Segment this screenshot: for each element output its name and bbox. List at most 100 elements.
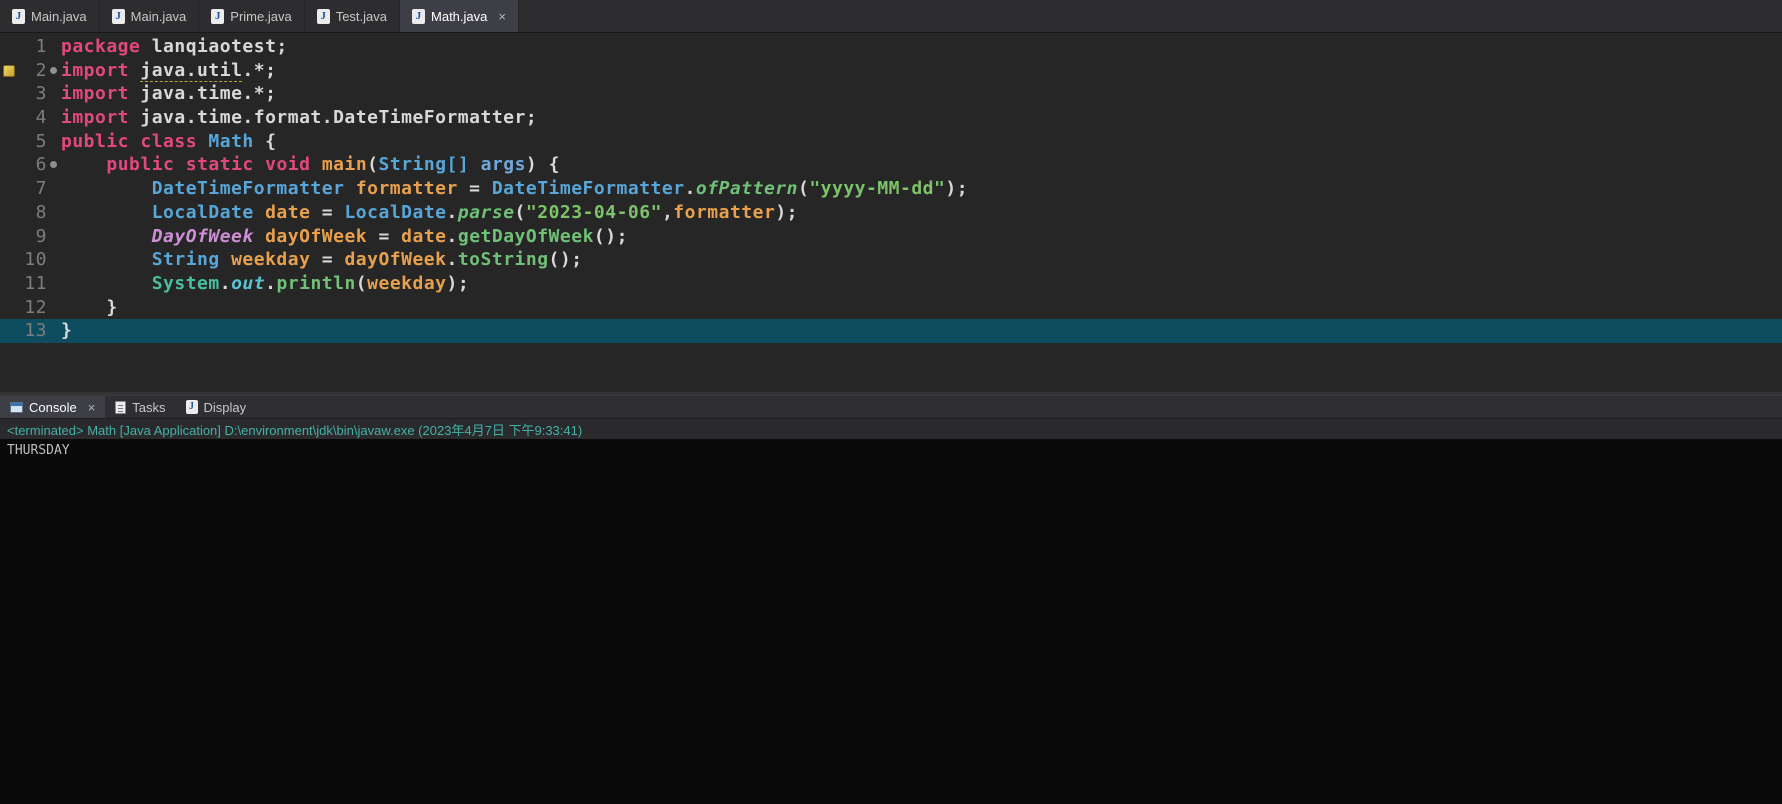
token-pl: . [685,178,696,199]
annotation-ruler-cell[interactable] [0,153,17,177]
java-file-icon: J [412,9,425,24]
token-pl: . [265,273,276,294]
token-pl: . [447,202,458,223]
line-number: 4 [17,106,47,130]
code-text[interactable]: LocalDate date = LocalDate.parse("2023-0… [61,201,1782,225]
code-line-9[interactable]: 9 DayOfWeek dayOfWeek = date.getDayOfWee… [0,225,1782,249]
token-pl: java.time.format.DateTimeFormatter; [129,107,537,128]
token-pl: ( [515,202,526,223]
editor-tab-main-java-0[interactable]: JMain.java [0,0,100,32]
token-pl: . [447,249,458,270]
token-mth: println [276,273,355,294]
token-pl: ); [945,178,968,199]
fold-margin [47,225,61,249]
editor-tab-test-java-3[interactable]: JTest.java [305,0,400,32]
code-text[interactable]: } [61,319,1782,343]
token-pl: .*; [242,60,276,81]
console-status-line: <terminated> Math [Java Application] D:\… [0,418,1782,439]
editor-tab-prime-java-2[interactable]: JPrime.java [199,0,304,32]
code-text[interactable]: DateTimeFormatter formatter = DateTimeFo… [61,177,1782,201]
annotation-ruler-cell[interactable] [0,82,17,106]
token-kw: public [61,131,129,152]
terminated-status-text: <terminated> Math [Java Application] D:\… [7,420,582,439]
token-var: date [401,226,446,247]
code-line-3[interactable]: 3 import java.time.*; [0,82,1782,106]
code-line-10[interactable]: 10 String weekday = dayOfWeek.toString()… [0,248,1782,272]
annotation-ruler-cell[interactable] [0,106,17,130]
java-file-icon: J [317,9,330,24]
editor-tab-bar: JMain.javaJMain.javaJPrime.javaJTest.jav… [0,0,1782,33]
editor-tab-main-java-1[interactable]: JMain.java [100,0,200,32]
token-warn: java.util [140,60,242,82]
console-tab-console[interactable]: Console× [0,396,105,418]
token-par: args [481,154,526,175]
fold-marker-icon[interactable] [50,161,57,168]
annotation-ruler-cell[interactable] [0,319,17,343]
console-output[interactable]: THURSDAY [0,439,1782,804]
code-line-13[interactable]: 13} [0,319,1782,343]
code-text[interactable]: import java.time.*; [61,82,1782,106]
annotation-ruler-cell[interactable] [0,296,17,320]
annotation-ruler-cell[interactable] [0,201,17,225]
annotation-ruler-cell[interactable] [0,130,17,154]
annotation-ruler-cell[interactable] [0,225,17,249]
token-pl: lanqiaotest; [152,36,288,57]
code-line-12[interactable]: 12 } [0,296,1782,320]
console-tab-display[interactable]: JDisplay [176,396,257,418]
fold-marker-icon[interactable] [50,67,57,74]
java-file-icon: J [186,400,198,414]
line-number: 10 [17,248,47,272]
code-text[interactable]: String weekday = dayOfWeek.toString(); [61,248,1782,272]
token-kw: import [61,107,129,128]
annotation-ruler-cell[interactable] [0,177,17,201]
token-var: formatter [673,202,775,223]
token-cls: LocalDate [152,202,254,223]
java-file-icon: J [12,9,25,24]
console-tab-tasks[interactable]: Tasks [105,396,175,418]
ide-window: JMain.javaJMain.javaJPrime.javaJTest.jav… [0,0,1782,804]
tab-label: Math.java [431,9,487,24]
code-editor[interactable]: 1package lanqiaotest;2import java.util.*… [0,33,1782,392]
token-var: dayOfWeek [344,249,446,270]
code-text[interactable]: package lanqiaotest; [61,35,1782,59]
token-mdecl: main [322,154,367,175]
code-line-6[interactable]: 6 public static void main(String[] args)… [0,153,1782,177]
close-icon[interactable]: × [498,9,506,24]
code-text[interactable]: import java.util.*; [61,59,1782,83]
code-line-5[interactable]: 5public class Math { [0,130,1782,154]
annotation-ruler-cell[interactable] [0,272,17,296]
code-line-1[interactable]: 1package lanqiaotest; [0,35,1782,59]
annotation-ruler-cell[interactable] [0,35,17,59]
editor-tab-math-java-4[interactable]: J Math.java × [400,0,519,32]
tab-label: Main.java [131,9,187,24]
code-line-11[interactable]: 11 System.out.println(weekday); [0,272,1782,296]
code-text[interactable]: import java.time.format.DateTimeFormatte… [61,106,1782,130]
token-str: "2023-04-06" [526,202,662,223]
code-text[interactable]: } [61,296,1782,320]
annotation-ruler-cell[interactable] [0,248,17,272]
code-line-8[interactable]: 8 LocalDate date = LocalDate.parse("2023… [0,201,1782,225]
code-text[interactable]: System.out.println(weekday); [61,272,1782,296]
code-line-7[interactable]: 7 DateTimeFormatter formatter = DateTime… [0,177,1782,201]
code-line-4[interactable]: 4 import java.time.format.DateTimeFormatt… [0,106,1782,130]
code-text[interactable]: public class Math { [61,130,1782,154]
line-number: 3 [17,82,47,106]
token-enum: DayOfWeek [152,226,254,247]
line-number: 11 [17,272,47,296]
code-line-2[interactable]: 2import java.util.*; [0,59,1782,83]
close-icon[interactable]: × [88,400,96,415]
token-pl [129,60,140,81]
line-number: 9 [17,225,47,249]
token-pl [469,154,480,175]
fold-margin [47,59,61,83]
code-text[interactable]: public static void main(String[] args) { [61,153,1782,177]
token-pl: = [458,178,492,199]
token-var: dayOfWeek [265,226,367,247]
token-pl: { [254,131,277,152]
line-number: 8 [17,201,47,225]
annotation-ruler-cell[interactable] [0,59,17,83]
code-text[interactable]: DayOfWeek dayOfWeek = date.getDayOfWeek(… [61,225,1782,249]
line-number: 7 [17,177,47,201]
token-str: "yyyy-MM-dd" [809,178,945,199]
token-pl: , [662,202,673,223]
